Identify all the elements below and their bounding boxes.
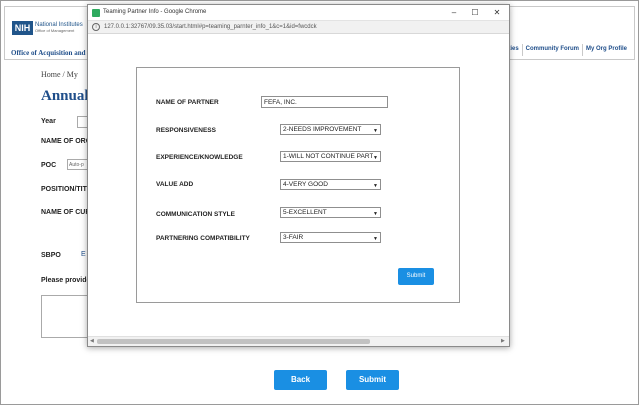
scrollbar-thumb[interactable] bbox=[97, 339, 370, 344]
please-provide-label: Please provide bbox=[41, 277, 91, 284]
submit-button[interactable]: Submit bbox=[346, 370, 399, 390]
teaming-partner-popup: Teaming Partner Info - Google Chrome – ☐… bbox=[87, 4, 510, 347]
chevron-down-icon: ▼ bbox=[373, 155, 378, 161]
maximize-icon[interactable]: ☐ bbox=[468, 7, 482, 19]
year-label: Year bbox=[41, 118, 56, 125]
responsiveness-label: RESPONSIVENESS bbox=[156, 127, 216, 134]
close-icon[interactable]: ✕ bbox=[490, 7, 504, 19]
url-text[interactable]: 127.0.0.1:32767/09.35.03/start.html#p=te… bbox=[104, 24, 317, 30]
partnering-compatibility-value: 3-FAIR bbox=[283, 234, 304, 241]
sbpo-label: SBPO bbox=[41, 252, 61, 259]
partnering-compatibility-select[interactable]: 3-FAIR ▼ bbox=[280, 232, 381, 243]
window-titlebar[interactable]: Teaming Partner Info - Google Chrome – ☐… bbox=[88, 5, 509, 21]
info-icon[interactable]: i bbox=[92, 23, 100, 31]
form-submit-button[interactable]: Submit bbox=[398, 268, 434, 285]
value-add-select[interactable]: 4-VERY GOOD ▼ bbox=[280, 179, 381, 190]
poc-label: POC bbox=[41, 162, 57, 169]
window-title: Teaming Partner Info - Google Chrome bbox=[103, 9, 207, 15]
minimize-icon[interactable]: – bbox=[447, 7, 461, 19]
sbpo-link[interactable]: E bbox=[81, 251, 86, 258]
org-name-sub: Office of Management bbox=[35, 28, 75, 33]
partnering-compatibility-label: PARTNERING COMPATIBILITY bbox=[156, 235, 250, 242]
back-button[interactable]: Back bbox=[274, 370, 327, 390]
org-name: National Institutes Office of Management bbox=[35, 22, 83, 34]
communication-style-label: COMMUNICATION STYLE bbox=[156, 211, 235, 218]
nav-item-my-org-profile[interactable]: My Org Profile bbox=[582, 44, 630, 56]
value-add-value: 4-VERY GOOD bbox=[283, 181, 328, 188]
name-of-org-label: NAME OF ORG bbox=[41, 138, 92, 145]
chevron-down-icon: ▼ bbox=[373, 183, 378, 189]
experience-value: 1-WILL NOT CONTINUE PARTNE bbox=[283, 153, 373, 160]
nih-logo: NIH bbox=[12, 21, 33, 35]
name-of-partner-label: NAME OF PARTNER bbox=[156, 99, 219, 106]
communication-style-select[interactable]: 5-EXCELLENT ▼ bbox=[280, 207, 381, 218]
name-of-partner-input[interactable]: FEFA, INC. bbox=[261, 96, 388, 108]
top-nav: dities Community Forum My Org Profile bbox=[500, 44, 630, 56]
popup-viewport: NAME OF PARTNER FEFA, INC. RESPONSIVENES… bbox=[88, 34, 509, 336]
responsiveness-value: 2-NEEDS IMPROVEMENT bbox=[283, 126, 362, 133]
chevron-down-icon: ▼ bbox=[373, 211, 378, 217]
value-add-label: VALUE ADD bbox=[156, 181, 194, 188]
comments-textarea[interactable] bbox=[41, 295, 89, 338]
scroll-left-icon[interactable]: ◀ bbox=[90, 338, 94, 344]
breadcrumb[interactable]: Home / My bbox=[41, 70, 78, 79]
name-of-cur-label: NAME OF CUR bbox=[41, 209, 91, 216]
chevron-down-icon: ▼ bbox=[373, 128, 378, 134]
poc-select[interactable]: Auto-p bbox=[67, 159, 89, 170]
dept-link[interactable]: Office of Acquisition and L bbox=[11, 49, 92, 57]
scroll-right-icon[interactable]: ▶ bbox=[501, 338, 505, 344]
partner-form: NAME OF PARTNER FEFA, INC. RESPONSIVENES… bbox=[136, 67, 460, 303]
responsiveness-select[interactable]: 2-NEEDS IMPROVEMENT ▼ bbox=[280, 124, 381, 135]
horizontal-scrollbar[interactable]: ◀ ▶ bbox=[88, 336, 509, 346]
communication-style-value: 5-EXCELLENT bbox=[283, 209, 327, 216]
chevron-down-icon: ▼ bbox=[373, 236, 378, 242]
chrome-icon bbox=[92, 9, 100, 17]
experience-label: EXPERIENCE/KNOWLEDGE bbox=[156, 154, 243, 161]
experience-select[interactable]: 1-WILL NOT CONTINUE PARTNE ▼ bbox=[280, 151, 381, 162]
address-bar[interactable]: i 127.0.0.1:32767/09.35.03/start.html#p=… bbox=[88, 21, 509, 34]
nav-item-community-forum[interactable]: Community Forum bbox=[521, 44, 582, 56]
position-label: POSITION/TIT bbox=[41, 186, 87, 193]
